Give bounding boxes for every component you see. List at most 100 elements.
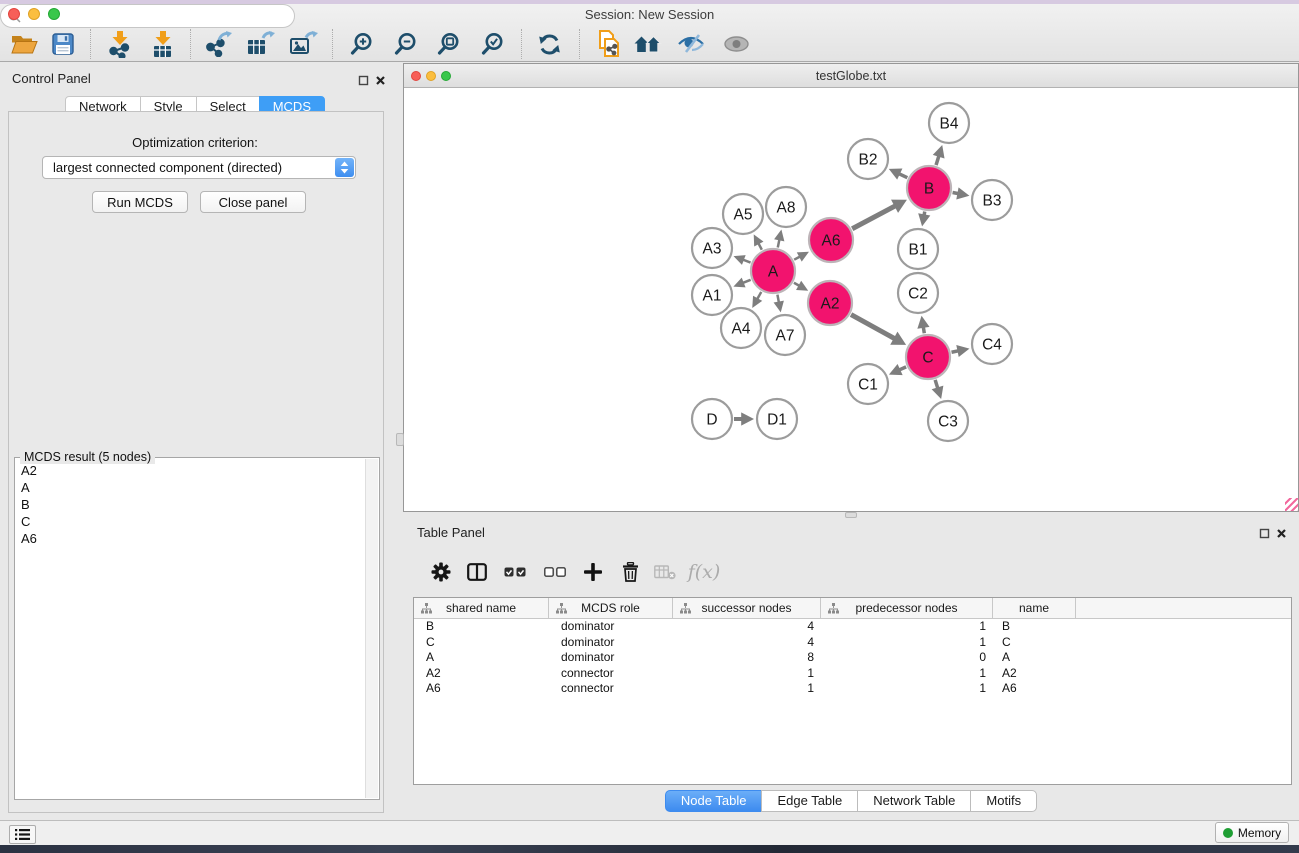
select-all-checkboxes-icon[interactable]	[498, 556, 532, 588]
tab-motifs[interactable]: Motifs	[970, 790, 1037, 812]
graph-edge-A-A1[interactable]	[743, 280, 751, 283]
control-panel-float-icon[interactable]	[358, 73, 369, 91]
table-cell[interactable]: 4	[673, 619, 821, 635]
refresh-layout-icon[interactable]	[531, 28, 567, 60]
table-cell[interactable]: C	[414, 635, 549, 651]
graph-edge-A-A7[interactable]	[777, 295, 778, 303]
table-cell[interactable]: 1	[821, 619, 993, 635]
column-header-name[interactable]: name	[993, 598, 1076, 618]
duplicate-network-icon[interactable]	[591, 28, 627, 60]
mcds-result-scrollbar[interactable]	[365, 459, 378, 798]
tab-edge-table[interactable]: Edge Table	[761, 790, 858, 812]
mcds-result-item[interactable]: A	[17, 479, 363, 496]
graph-node-label: C	[922, 350, 933, 367]
mcds-result-item[interactable]: A6	[17, 530, 363, 547]
table-cell[interactable]: 1	[821, 635, 993, 651]
deselect-all-checkboxes-icon[interactable]	[538, 556, 572, 588]
show-all-eye-icon[interactable]	[718, 28, 754, 60]
table-cell[interactable]: 0	[821, 650, 993, 666]
table-cell[interactable]: 8	[673, 650, 821, 666]
table-cell[interactable]: 1	[673, 681, 821, 697]
mcds-result-item[interactable]: C	[17, 513, 363, 530]
control-panel-title: Control Panel	[12, 71, 91, 86]
table-panel-float-icon[interactable]	[1259, 526, 1270, 544]
table-cell[interactable]: 4	[673, 635, 821, 651]
network-canvas[interactable]: B4B2BB3A5A8A6B1A3AA1C2A2A4A7C4CC1C3DD1	[404, 89, 1298, 511]
bottom-splitter-handle[interactable]	[845, 512, 857, 518]
graph-node-label: A1	[703, 288, 722, 305]
save-session-floppy-icon[interactable]	[45, 28, 81, 60]
zoom-fit-icon[interactable]	[431, 28, 467, 60]
mcds-result-list[interactable]: A2ABCA6	[17, 462, 363, 797]
delete-column-trash-icon[interactable]	[613, 556, 647, 588]
table-settings-gear-icon[interactable]	[424, 556, 458, 588]
graph-node-label: B3	[983, 193, 1002, 210]
left-splitter-handle[interactable]	[396, 433, 404, 446]
table-cell[interactable]: 1	[673, 666, 821, 682]
graph-edge-A6-B[interactable]	[852, 206, 895, 229]
table-panel-close-icon[interactable]	[1276, 526, 1287, 544]
graph-edge-C-C4[interactable]	[952, 351, 959, 352]
close-panel-button[interactable]: Close panel	[200, 191, 306, 213]
table-cell[interactable]: connector	[549, 666, 673, 682]
graph-edge-A-A4[interactable]	[757, 292, 761, 299]
column-header-mcds-role[interactable]: MCDS role	[549, 598, 673, 618]
graph-edge-A-A6[interactable]	[794, 256, 800, 259]
export-table-icon[interactable]	[243, 28, 279, 60]
graph-edge-B-B2[interactable]	[899, 174, 907, 178]
table-cell[interactable]: A	[414, 650, 549, 666]
hide-selected-eye-slash-icon[interactable]	[673, 28, 709, 60]
control-panel-close-icon[interactable]	[375, 73, 386, 91]
export-network-icon[interactable]	[200, 28, 236, 60]
create-column-plus-icon[interactable]	[576, 556, 610, 588]
graph-edge-C-C1[interactable]	[899, 367, 906, 370]
zoom-out-icon[interactable]	[388, 28, 424, 60]
graph-edge-A-A5[interactable]	[758, 243, 761, 250]
graph-edge-A-A3[interactable]	[743, 260, 751, 263]
import-network-icon[interactable]	[103, 28, 139, 60]
network-graph[interactable]: B4B2BB3A5A8A6B1A3AA1C2A2A4A7C4CC1C3DD1	[404, 89, 1298, 511]
home-icon[interactable]	[630, 28, 666, 60]
table-cell[interactable]: A2	[414, 666, 549, 682]
table-cell[interactable]: 1	[821, 681, 993, 697]
mcds-result-item[interactable]: B	[17, 496, 363, 513]
zoom-in-icon[interactable]	[344, 28, 380, 60]
graph-arrowhead	[932, 386, 944, 399]
mcds-result-item[interactable]: A2	[17, 462, 363, 479]
column-header-successor-nodes[interactable]: successor nodes	[673, 598, 821, 618]
table-cell[interactable]: C	[993, 635, 1076, 651]
table-cell[interactable]: 1	[821, 666, 993, 682]
graph-arrowhead	[956, 345, 969, 357]
import-table-icon[interactable]	[146, 28, 182, 60]
graph-edge-A2-C[interactable]	[851, 315, 895, 339]
graph-edge-A-A8[interactable]	[778, 239, 780, 247]
zoom-selected-icon[interactable]	[475, 28, 511, 60]
run-mcds-button[interactable]: Run MCDS	[92, 191, 188, 213]
table-cell[interactable]: B	[414, 619, 549, 635]
table-cell[interactable]: A2	[993, 666, 1076, 682]
show-columns-icon[interactable]	[460, 556, 494, 588]
table-cell[interactable]: dominator	[549, 619, 673, 635]
open-session-folder-icon[interactable]	[6, 28, 42, 60]
table-cell[interactable]: A6	[414, 681, 549, 697]
optimization-criterion-dropdown[interactable]: largest connected component (directed)	[42, 156, 356, 179]
table-cell[interactable]: A6	[993, 681, 1076, 697]
network-window-titlebar[interactable]: testGlobe.txt	[404, 64, 1298, 88]
table-cell[interactable]: A	[993, 650, 1076, 666]
graph-node-label: C3	[938, 414, 958, 431]
toolbar-separator	[90, 29, 91, 59]
tab-node-table[interactable]: Node Table	[665, 790, 763, 812]
task-history-list-icon[interactable]	[9, 825, 36, 844]
resize-grip-icon[interactable]	[1285, 498, 1298, 511]
table-cell[interactable]: connector	[549, 681, 673, 697]
graph-edge-C-C3[interactable]	[935, 380, 938, 388]
graph-edge-B-B4[interactable]	[936, 156, 939, 165]
tab-network-table[interactable]: Network Table	[857, 790, 971, 812]
export-image-icon[interactable]	[286, 28, 322, 60]
table-cell[interactable]: B	[993, 619, 1076, 635]
column-header-predecessor-nodes[interactable]: predecessor nodes	[821, 598, 993, 618]
table-cell[interactable]: dominator	[549, 635, 673, 651]
column-header-shared-name[interactable]: shared name	[414, 598, 549, 618]
memory-button[interactable]: Memory	[1215, 822, 1289, 843]
table-cell[interactable]: dominator	[549, 650, 673, 666]
